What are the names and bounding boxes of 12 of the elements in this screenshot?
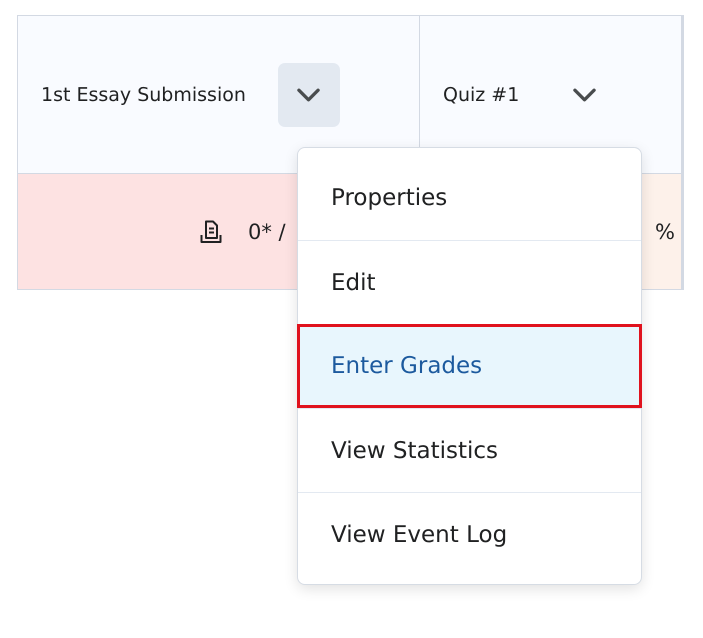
chevron-down-icon xyxy=(572,88,596,102)
column-title: Quiz #1 xyxy=(443,84,520,106)
menu-item[interactable]: View Event Log xyxy=(298,492,641,576)
grade-value: % xyxy=(655,220,675,244)
menu-item[interactable]: View Statistics xyxy=(298,408,641,492)
menu-item[interactable]: Enter Grades xyxy=(297,324,642,408)
chevron-down-icon xyxy=(297,88,320,102)
document-tray-icon xyxy=(200,220,222,244)
grade-value: 0* / xyxy=(248,220,286,244)
menu-item[interactable]: Properties xyxy=(298,156,641,240)
column-title: 1st Essay Submission xyxy=(41,84,246,106)
column-menu-button[interactable] xyxy=(278,62,340,126)
